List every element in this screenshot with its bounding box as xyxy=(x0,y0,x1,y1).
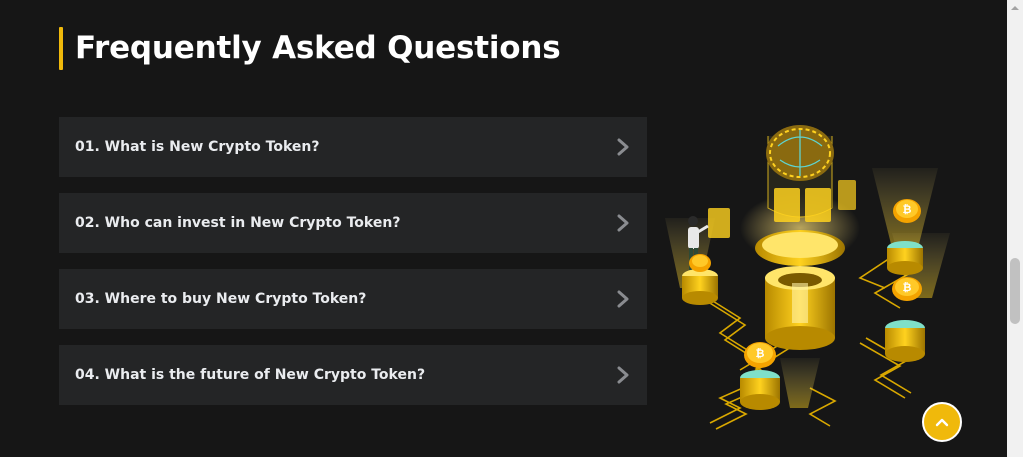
bitcoin-coin-icon xyxy=(689,254,711,272)
chevron-up-icon xyxy=(935,418,949,427)
title-accent-bar xyxy=(59,26,63,70)
pedestal xyxy=(885,320,925,362)
scroll-up-arrow-icon[interactable] xyxy=(1007,0,1023,16)
page-title: Frequently Asked Questions xyxy=(75,30,561,66)
light-beam xyxy=(780,358,820,408)
faq-header: Frequently Asked Questions xyxy=(59,26,561,70)
pedestal xyxy=(740,370,780,410)
svg-text:₿: ₿ xyxy=(903,281,912,294)
crypto-illustration: ₿ ₿ ₿ xyxy=(665,125,950,430)
back-to-top-button[interactable] xyxy=(922,402,962,442)
faq-item-1[interactable]: 01. What is New Crypto Token? xyxy=(59,117,647,177)
faq-page: Frequently Asked Questions 01. What is N… xyxy=(0,0,1007,457)
chevron-right-icon xyxy=(617,214,629,232)
chevron-right-icon xyxy=(617,366,629,384)
chevron-right-icon xyxy=(617,138,629,156)
pedestal xyxy=(887,241,923,275)
faq-question: 04. What is the future of New Crypto Tok… xyxy=(75,367,426,383)
bitcoin-coin-icon: ₿ xyxy=(892,277,922,301)
chevron-right-icon xyxy=(617,290,629,308)
faq-item-4[interactable]: 04. What is the future of New Crypto Tok… xyxy=(59,345,647,405)
pedestal xyxy=(682,269,718,305)
svg-text:₿: ₿ xyxy=(756,347,765,360)
faq-item-3[interactable]: 03. Where to buy New Crypto Token? xyxy=(59,269,647,329)
vertical-scrollbar[interactable] xyxy=(1007,0,1023,457)
bitcoin-coin-icon: ₿ xyxy=(744,342,776,368)
bitcoin-coin-icon: ₿ xyxy=(893,199,921,223)
faq-question: 02. Who can invest in New Crypto Token? xyxy=(75,215,401,231)
faq-item-2[interactable]: 02. Who can invest in New Crypto Token? xyxy=(59,193,647,253)
scrollbar-thumb[interactable] xyxy=(1010,258,1020,324)
faq-question: 01. What is New Crypto Token? xyxy=(75,139,320,155)
svg-text:₿: ₿ xyxy=(903,203,912,216)
faq-question: 03. Where to buy New Crypto Token? xyxy=(75,291,367,307)
